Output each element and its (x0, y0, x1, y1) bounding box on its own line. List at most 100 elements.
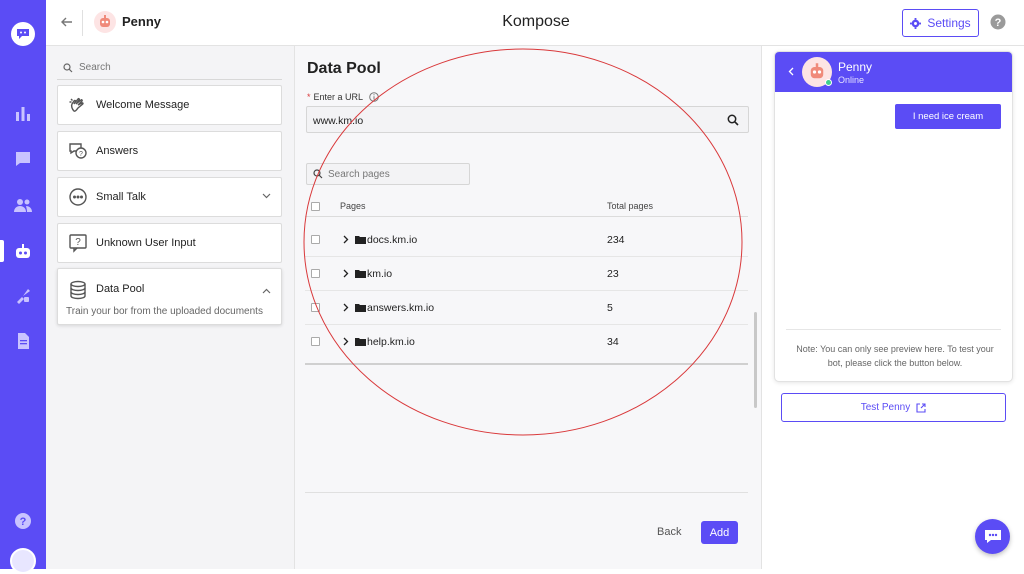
info-icon[interactable] (369, 92, 379, 102)
search-pages-placeholder: Search pages (328, 168, 390, 180)
app-title: Kompose (502, 13, 570, 30)
search-pages-input[interactable]: Search pages (306, 163, 470, 185)
chat-launcher-button[interactable] (975, 519, 1010, 554)
preview-window: Penny Online I need ice cream Note: You … (774, 51, 1013, 382)
active-indicator (0, 240, 4, 262)
search-icon[interactable] (727, 114, 739, 126)
user-message-bubble: I need ice cream (895, 104, 1001, 129)
expand-chevron-icon[interactable] (343, 235, 349, 244)
users-icon[interactable] (14, 196, 32, 214)
row-checkbox[interactable] (311, 269, 320, 278)
sidebar-item-label: Data Pool (96, 283, 145, 295)
expand-chevron-icon[interactable] (343, 269, 349, 278)
page-total: 234 (607, 234, 625, 246)
select-all-checkbox[interactable] (311, 202, 320, 211)
chevron-up-icon[interactable] (262, 288, 271, 294)
column-header-pages: Pages (340, 201, 366, 211)
external-link-icon (916, 402, 926, 413)
bot-name: Penny (838, 60, 873, 74)
table-row[interactable]: docs.km.io 234 (305, 223, 748, 257)
folder-icon (355, 235, 366, 244)
url-label-text: Enter a URL (313, 92, 364, 102)
sidebar-item-data-pool[interactable]: Data Pool Train your bor from the upload… (57, 268, 282, 325)
row-checkbox[interactable] (311, 337, 320, 346)
sidebar-item-label: Answers (96, 145, 139, 157)
preview-header: Penny Online (775, 52, 1012, 92)
bot-preview-panel: Penny Online I need ice cream Note: You … (762, 46, 1024, 569)
question-bubble-icon: ? (68, 141, 88, 161)
folder-icon (355, 337, 366, 346)
sidebar-item-welcome-message[interactable]: Welcome Message (57, 85, 282, 125)
expand-chevron-icon[interactable] (343, 303, 349, 312)
sidebar-search[interactable]: Search (57, 56, 282, 80)
table-row[interactable]: help.km.io 34 (305, 325, 748, 365)
conversations-icon[interactable] (14, 150, 32, 168)
required-marker: * (307, 92, 311, 102)
row-checkbox[interactable] (311, 235, 320, 244)
test-bot-button[interactable]: Test Penny (781, 393, 1006, 422)
url-input-value: www.km.io (313, 115, 364, 127)
top-header: Penny Kompose Settings ? (46, 0, 1024, 46)
page-name: docs.km.io (367, 234, 418, 246)
sidebar-item-small-talk[interactable]: Small Talk (57, 177, 282, 217)
folder-icon (355, 303, 366, 312)
online-dot (825, 79, 832, 86)
help-icon[interactable]: ? (14, 512, 32, 530)
preview-note: Note: You can only see preview here. To … (796, 344, 994, 368)
column-header-total-pages: Total pages (607, 201, 654, 211)
sidebar-item-answers[interactable]: ? Answers (57, 131, 282, 171)
agent-name: Penny (122, 14, 162, 29)
expand-chevron-icon[interactable] (343, 337, 349, 346)
svg-text:?: ? (20, 516, 27, 528)
gear-icon (910, 17, 922, 29)
table-row[interactable]: answers.km.io 5 (305, 291, 748, 325)
help-circle-icon[interactable]: ? (990, 14, 1006, 30)
app-logo-icon[interactable] (11, 22, 35, 46)
svg-text:?: ? (75, 237, 81, 248)
page-total: 5 (607, 302, 613, 314)
chevron-left-icon[interactable] (788, 67, 794, 76)
add-button[interactable]: Add (701, 521, 738, 544)
back-arrow-icon[interactable] (60, 15, 74, 29)
bot-status: Online (838, 75, 865, 85)
folder-icon (355, 269, 366, 278)
search-icon (63, 62, 73, 73)
settings-button[interactable]: Settings (902, 9, 979, 37)
sidebar-item-label: Unknown User Input (96, 237, 196, 249)
search-icon (313, 169, 323, 179)
svg-text:?: ? (995, 17, 1002, 29)
back-button[interactable]: Back (657, 526, 681, 538)
chevron-down-icon[interactable] (262, 193, 271, 199)
sidebar-item-label: Small Talk (96, 191, 146, 203)
table-row[interactable]: km.io 23 (305, 257, 748, 291)
database-icon (68, 280, 88, 300)
page-name: km.io (367, 268, 393, 280)
chat-dots-icon (68, 187, 88, 207)
svg-text:?: ? (79, 151, 83, 158)
footer-divider (305, 492, 748, 493)
page-total: 23 (607, 268, 619, 280)
user-avatar[interactable] (10, 548, 36, 574)
integrations-icon[interactable] (14, 287, 32, 305)
wave-icon (68, 95, 88, 115)
sidebar-item-unknown-user-input[interactable]: ? Unknown User Input (57, 223, 282, 263)
bot-icon[interactable] (14, 242, 32, 260)
page-name: help.km.io (367, 336, 415, 348)
url-input[interactable]: www.km.io (306, 106, 749, 133)
scrollbar-thumb[interactable] (754, 312, 757, 408)
question-box-icon: ? (68, 233, 88, 253)
table-header: Pages Total pages (305, 196, 748, 217)
page-total: 34 (607, 336, 619, 348)
preview-divider (786, 329, 1001, 330)
chat-bubble-icon (984, 529, 1002, 544)
flow-sidebar: Search Welcome Message ? Answers Small T… (46, 46, 295, 569)
page-name: answers.km.io (367, 302, 435, 314)
analytics-icon[interactable] (14, 104, 32, 122)
nav-rail: ? (0, 0, 46, 574)
documents-icon[interactable] (14, 332, 32, 350)
page-title: Data Pool (307, 60, 381, 77)
test-bot-label: Test Penny (860, 402, 911, 413)
row-checkbox[interactable] (311, 303, 320, 312)
data-pool-panel: Data Pool * Enter a URL www.km.io Search… (295, 46, 762, 569)
search-placeholder: Search (79, 62, 111, 73)
